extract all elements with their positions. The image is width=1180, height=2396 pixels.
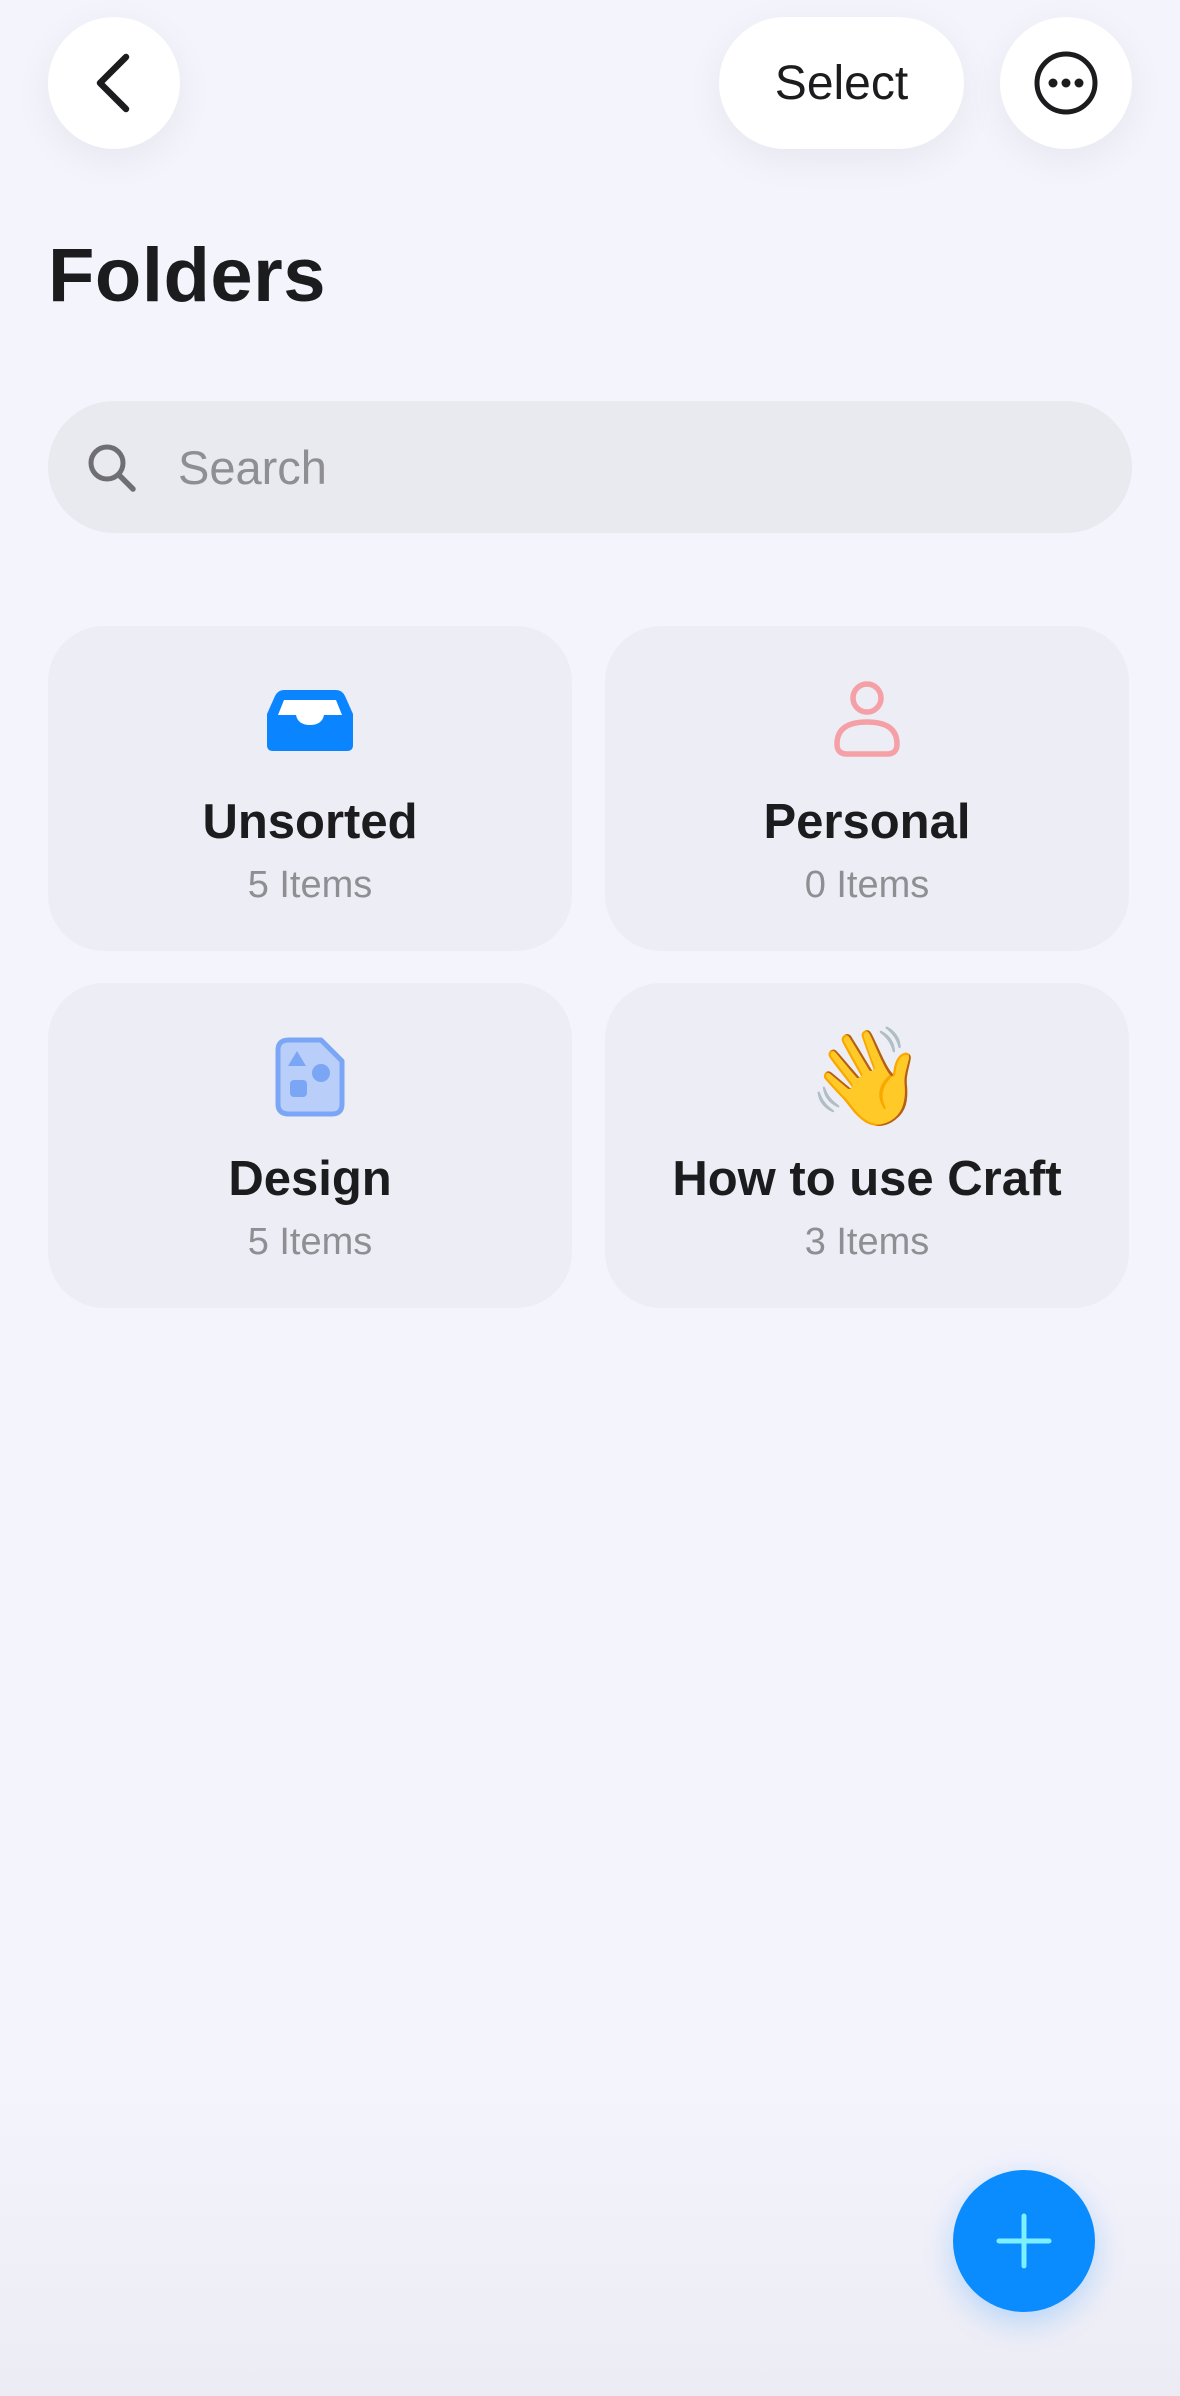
folder-card-unsorted[interactable]: Unsorted 5 Items: [48, 626, 572, 951]
folder-item-count: 3 Items: [804, 1221, 930, 1263]
search-bar[interactable]: [48, 401, 1132, 533]
folder-card-design[interactable]: Design 5 Items: [48, 983, 572, 1308]
page-title: Folders: [48, 233, 326, 318]
folder-name: Personal: [763, 795, 971, 849]
chevron-left-icon: [96, 53, 130, 113]
inbox-tray-icon: [267, 690, 353, 751]
person-icon: [834, 681, 900, 757]
folder-item-count: 5 Items: [247, 864, 373, 906]
folder-item-count: 0 Items: [804, 864, 930, 906]
ellipsis-circle-icon: [1034, 51, 1098, 115]
folder-name: How to use Craft: [672, 1152, 1062, 1206]
shapes-document-icon: [275, 1037, 345, 1117]
folder-name: Unsorted: [202, 795, 418, 849]
more-options-button[interactable]: [1000, 17, 1132, 149]
waving-hand-emoji-icon: 👋: [807, 1021, 927, 1133]
folder-item-count: 5 Items: [247, 1221, 373, 1263]
search-icon: [88, 444, 136, 492]
folder-name: Design: [228, 1152, 392, 1206]
plus-icon: [996, 2213, 1052, 2269]
folder-card-how-to-use-craft[interactable]: 👋 How to use Craft 3 Items: [605, 983, 1129, 1308]
folder-card-personal[interactable]: Personal 0 Items: [605, 626, 1129, 951]
select-button[interactable]: Select: [719, 17, 964, 149]
add-button[interactable]: [953, 2170, 1095, 2312]
search-input[interactable]: [178, 401, 1078, 533]
back-button[interactable]: [48, 17, 180, 149]
